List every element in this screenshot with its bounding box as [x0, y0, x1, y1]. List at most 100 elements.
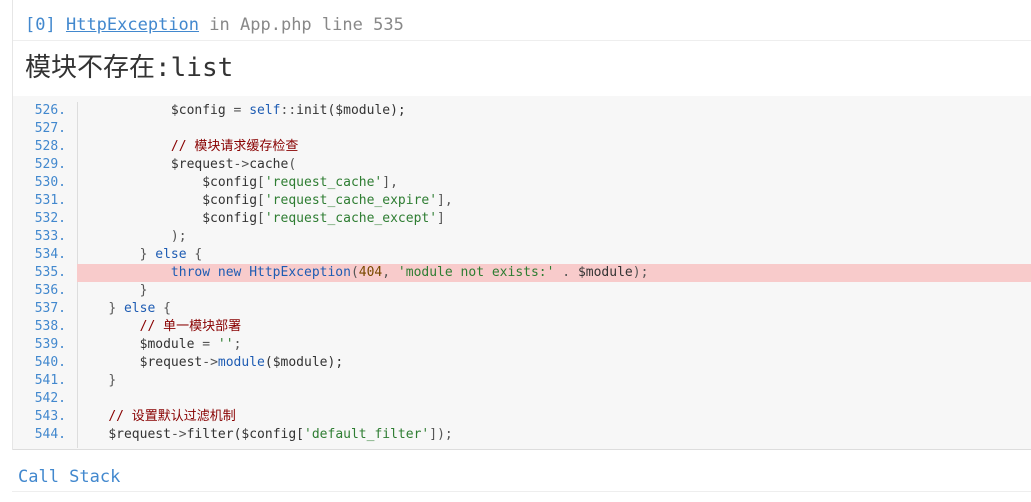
code-text: $config['request_cache_except'] — [77, 210, 1031, 228]
code-token: $config — [202, 175, 258, 190]
code-token: . — [554, 265, 578, 280]
line-number: 535. — [34, 265, 66, 280]
code-line: 533. ); — [13, 228, 1031, 246]
code-line: 529. $request->cache( — [13, 156, 1031, 174]
code-token: $request — [170, 157, 234, 172]
code-token: :: — [280, 103, 297, 118]
in-label: in — [209, 15, 230, 35]
code-token: self — [249, 103, 281, 118]
code-text: // 模块请求缓存检查 — [77, 138, 1031, 156]
code-token: // 模块请求缓存检查 — [170, 139, 299, 154]
line-label: line — [321, 15, 363, 35]
exception-index: [0] — [25, 15, 56, 35]
code-text: // 单一模块部署 — [77, 318, 1031, 336]
code-line: 526. $config = self::init($module); — [13, 102, 1031, 120]
source-code-panel: 526. $config = self::init($module); 527. … — [13, 96, 1031, 450]
code-line: 542. — [13, 390, 1031, 408]
code-token: // 单一模块部署 — [139, 319, 242, 334]
code-token: // 设置默认过滤机制 — [108, 409, 236, 424]
code-text: $config['request_cache'], — [77, 174, 1031, 192]
code-line: 527. — [13, 120, 1031, 138]
line-number: 530. — [34, 175, 66, 190]
code-line: 537. } else { — [13, 300, 1031, 318]
code-token: [ — [257, 211, 265, 226]
code-line: 540. $request->module($module); — [13, 354, 1031, 372]
code-token: , — [382, 265, 398, 280]
code-line: 544. $request->filter($config['default_f… — [13, 426, 1031, 444]
code-line: 539. $module = ''; — [13, 336, 1031, 354]
code-token: = — [225, 103, 250, 118]
line-number: 537. — [34, 301, 66, 316]
exception-line-number: 535 — [373, 15, 404, 35]
code-text: } else { — [77, 300, 1031, 318]
line-number: 528. — [34, 139, 66, 154]
code-line: 531. $config['request_cache_expire'], — [13, 192, 1031, 210]
code-text: } — [77, 372, 1031, 390]
code-token: 'request_cache_expire' — [264, 193, 438, 208]
line-number: 540. — [34, 355, 66, 370]
code-token: ($module); — [327, 103, 406, 118]
code-text: } — [77, 282, 1031, 300]
code-token: $module — [139, 337, 195, 352]
code-token: { — [186, 247, 203, 262]
code-token: } — [108, 301, 124, 316]
code-text: $config['request_cache_expire'], — [77, 192, 1031, 210]
code-text: // 设置默认过滤机制 — [77, 408, 1031, 426]
code-token: $module — [577, 265, 633, 280]
code-token: init — [296, 103, 328, 118]
code-token: ( — [350, 265, 359, 280]
code-line: 541. } — [13, 372, 1031, 390]
code-token: cache — [249, 157, 289, 172]
code-line-highlighted: 535. throw new HttpException(404, 'modul… — [13, 264, 1031, 282]
code-token: ($module); — [264, 355, 344, 370]
code-token: 'module not exists:' — [397, 265, 555, 280]
code-token: = — [194, 337, 218, 352]
code-token: '' — [217, 337, 234, 352]
line-number: 542. — [34, 391, 66, 406]
code-token: filter — [186, 427, 234, 442]
code-token: ); — [632, 265, 649, 280]
code-token: -> — [202, 355, 218, 370]
code-line: 538. // 单一模块部署 — [13, 318, 1031, 336]
line-number: 527. — [34, 121, 66, 136]
code-text: $config = self::init($module); — [77, 102, 1031, 120]
code-token: ], — [382, 175, 398, 190]
line-number: 543. — [34, 409, 66, 424]
code-token: $config — [170, 103, 226, 118]
code-token: -> — [233, 157, 250, 172]
code-line: 530. $config['request_cache'], — [13, 174, 1031, 192]
code-token: $config — [202, 193, 258, 208]
code-token: ($config[ — [233, 427, 305, 442]
line-number: 541. — [34, 373, 66, 388]
line-number: 544. — [34, 427, 66, 442]
code-token: 'default_filter' — [304, 427, 430, 442]
code-token: 'request_cache_except' — [264, 211, 438, 226]
code-text: throw new HttpException(404, 'module not… — [77, 264, 1031, 282]
code-token: module — [217, 355, 265, 370]
code-token: ); — [170, 229, 187, 244]
code-token: $request — [139, 355, 203, 370]
code-line: 528. // 模块请求缓存检查 — [13, 138, 1031, 156]
code-line: 543. // 设置默认过滤机制 — [13, 408, 1031, 426]
line-number: 531. — [34, 193, 66, 208]
code-line: 536. } — [13, 282, 1031, 300]
call-stack-heading: Call Stack — [18, 467, 121, 487]
code-token: ], — [437, 193, 453, 208]
exception-panel: [0] HttpException in App.php line 535 模块… — [12, 0, 1031, 450]
code-token: $config — [202, 211, 258, 226]
line-number: 539. — [34, 337, 66, 352]
code-token: new — [217, 265, 242, 280]
divider — [12, 491, 1031, 492]
line-number: 534. — [34, 247, 66, 262]
code-token: throw — [170, 265, 211, 280]
exception-class-link[interactable]: HttpException — [66, 15, 199, 35]
